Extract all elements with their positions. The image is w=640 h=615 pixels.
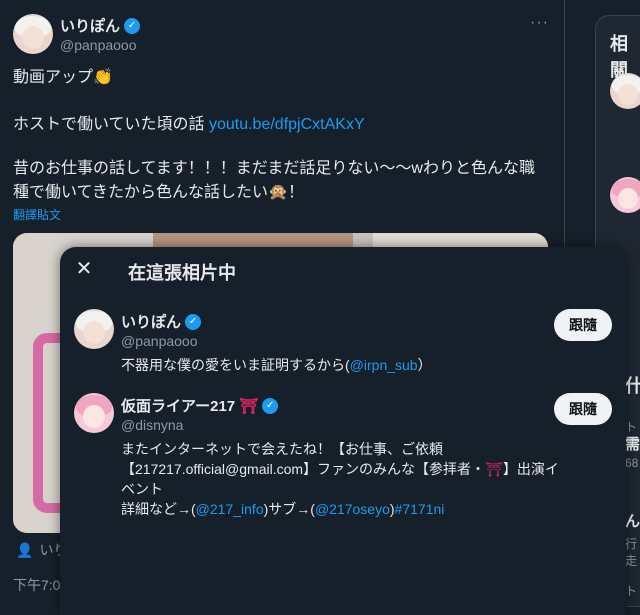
dialog-title: 在這張相片中: [128, 263, 236, 283]
related-avatar-2[interactable]: [610, 177, 640, 213]
verified-badge-icon: ✓: [124, 17, 141, 34]
torii-gate-icon: ⛩: [485, 461, 503, 477]
bio-mention-link[interactable]: @217_info: [196, 501, 264, 517]
user-bio: 不器用な僕の愛をいま証明するから(@irpn_sub）: [121, 357, 432, 373]
post-author-handle[interactable]: @panpaooo: [60, 37, 137, 53]
post-author-avatar[interactable]: [13, 14, 53, 54]
photo-tags-dialog: ✕ 在這張相片中 いりぽん ✓ @panpaooo 不器用な僕の愛をいま証明する…: [60, 247, 626, 615]
user-name[interactable]: いりぽん ✓: [121, 311, 202, 332]
post-author-name[interactable]: いりぽん ✓: [60, 15, 141, 36]
user-avatar[interactable]: [74, 309, 114, 349]
user-handle[interactable]: @disnyna: [121, 417, 183, 433]
follow-button[interactable]: 跟隨: [554, 309, 612, 341]
user-handle[interactable]: @panpaooo: [121, 333, 198, 349]
post-timestamp[interactable]: 下午7:0: [13, 575, 60, 595]
close-icon[interactable]: ✕: [74, 259, 94, 279]
post-text-line-2: ホストで働いていた頃の話 youtu.be/dfpjCxtAKxY: [13, 116, 365, 133]
user-bio: またインターネットで会えたね！【お仕事、ご依頼 【217217.official…: [121, 441, 559, 517]
post-text-line-4: 種で働いてきたから色んな話したい🙊！: [13, 184, 304, 201]
related-avatar-1[interactable]: [610, 73, 640, 109]
person-icon: 👤: [16, 541, 34, 558]
post-text-line-1: 動画アップ👏: [13, 69, 113, 86]
torii-gate-icon: ⛩: [239, 397, 259, 415]
youtube-link[interactable]: youtu.be/dfpjCxtAKxY: [209, 116, 365, 133]
bio-hashtag-link[interactable]: #7171ni: [395, 501, 445, 517]
verified-badge-icon: ✓: [262, 397, 279, 414]
user-name[interactable]: 仮面ライアー217 ⛩ ✓: [121, 395, 279, 416]
verified-badge-icon: ✓: [185, 313, 202, 330]
post-text-line-3: 昔のお仕事の話してます！！！まだまだ話足りない〜〜wわりと色んな職: [13, 160, 535, 177]
bio-mention-link[interactable]: @217oseyo: [315, 501, 390, 517]
bio-mention-link[interactable]: @irpn_sub: [350, 357, 418, 373]
trends-title: 什: [625, 376, 640, 396]
follow-button[interactable]: 跟隨: [554, 393, 612, 425]
more-icon[interactable]: ···: [530, 14, 549, 32]
translate-post-link[interactable]: 翻譯貼文: [13, 206, 61, 223]
user-avatar[interactable]: [74, 393, 114, 433]
